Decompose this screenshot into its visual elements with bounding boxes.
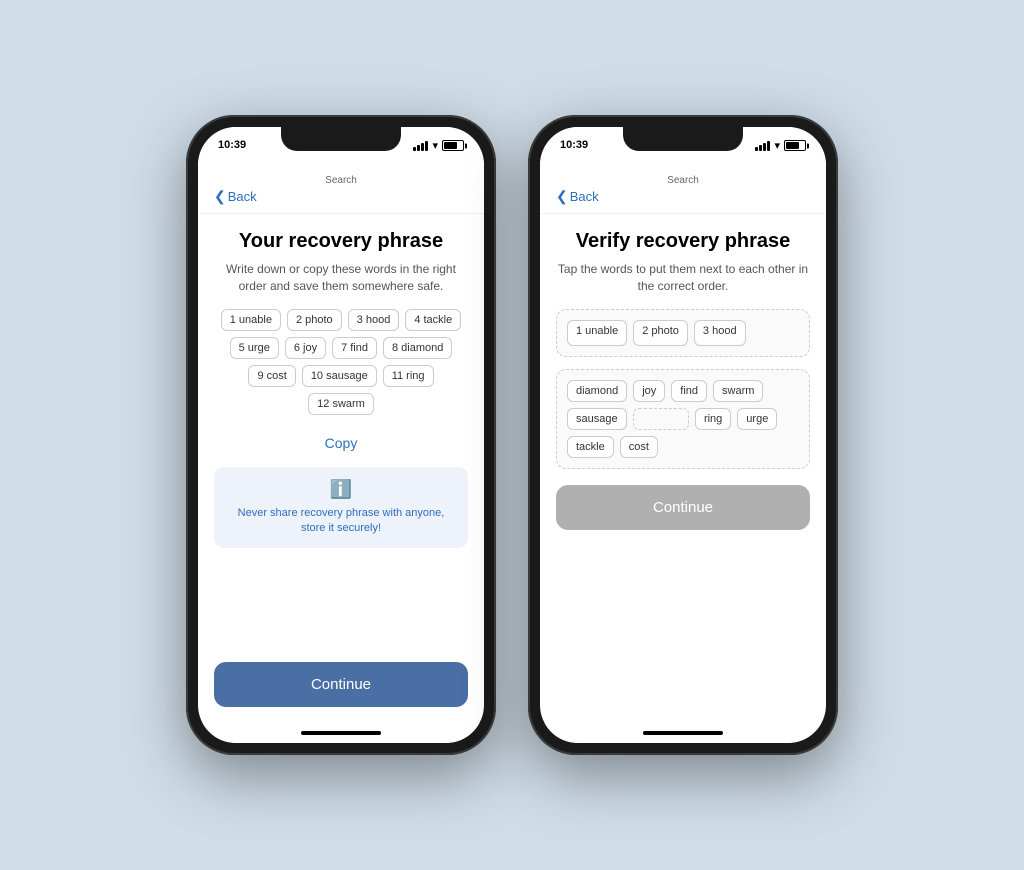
pool-word-sausage[interactable]: sausage [567,408,627,430]
phone1-word-grid: 1 unable 2 photo 3 hood 4 tackle 5 urge … [214,309,468,415]
phone1-subtitle: Write down or copy these words in the ri… [214,261,468,295]
warning-text: Never share recovery phrase with anyone,… [226,506,456,537]
copy-button[interactable]: Copy [214,435,468,451]
phone2-signal-bars-icon [755,141,770,151]
phone2-screen: 10:39 ▾ Search ❮ [540,127,826,743]
verify-selected-area: 1 unable 2 photo 3 hood [556,309,810,357]
word-chip-1[interactable]: 1 unable [221,309,281,331]
verify-pool-area: diamond joy find swarm sausage ___ ring … [556,369,810,469]
pool-word-tackle[interactable]: tackle [567,436,614,458]
phone1-back-button[interactable]: ❮ Back [214,188,468,205]
phone2-content: Verify recovery phrase Tap the words to … [540,214,826,723]
pool-word-diamond[interactable]: diamond [567,380,627,402]
pool-word-joy[interactable]: joy [633,380,665,402]
phone2-nav-bar: Search ❮ Back [540,171,826,214]
word-chip-6[interactable]: 6 joy [285,337,326,359]
word-chip-5[interactable]: 5 urge [230,337,279,359]
phone1-screen: 10:39 ▾ Search ❮ [198,127,484,743]
phone-recovery-phrase: 10:39 ▾ Search ❮ [186,115,496,755]
warning-icon: ℹ️ [330,479,352,500]
word-chip-11[interactable]: 11 ring [383,365,434,387]
phone1-notch-area: 10:39 ▾ [198,127,484,171]
selected-word-2[interactable]: 2 photo [633,320,688,346]
phone2-back-button[interactable]: ❮ Back [556,188,810,205]
phone2-continue-button[interactable]: Continue [556,485,810,530]
phone1-title: Your recovery phrase [214,230,468,253]
chevron-left-icon: ❮ [214,188,226,205]
pool-word-ring[interactable]: ring [695,408,731,430]
selected-word-3[interactable]: 3 hood [694,320,746,346]
phone1-content: Your recovery phrase Write down or copy … [198,214,484,723]
selected-word-1[interactable]: 1 unable [567,320,627,346]
pool-word-swarm[interactable]: swarm [713,380,763,402]
phone2-chevron-left-icon: ❮ [556,188,568,205]
phone2-battery-icon [784,140,806,151]
word-chip-12[interactable]: 12 swarm [308,393,374,415]
pool-word-cost[interactable]: cost [620,436,658,458]
home-bar [301,731,381,735]
phone2-home-indicator [540,723,826,743]
word-chip-8[interactable]: 8 diamond [383,337,452,359]
phones-container: 10:39 ▾ Search ❮ [166,95,858,775]
phone2-status-right: ▾ [755,133,806,152]
word-chip-7[interactable]: 7 find [332,337,377,359]
phone1-nav-bar: Search ❮ Back [198,171,484,214]
phone2-title: Verify recovery phrase [556,230,810,253]
word-chip-4[interactable]: 4 tackle [405,309,461,331]
notch [281,127,401,151]
pool-word-empty: ___ [633,408,689,430]
battery-fill [444,142,457,149]
phone1-continue-button[interactable]: Continue [214,662,468,707]
phone1-back-label: Back [228,189,257,204]
phone2-wifi-icon: ▾ [774,139,780,152]
signal-bars-icon [413,141,428,151]
word-chip-10[interactable]: 10 sausage [302,365,377,387]
phone2-battery-fill [786,142,799,149]
pool-word-urge[interactable]: urge [737,408,777,430]
phone2-subtitle: Tap the words to put them next to each o… [556,261,810,295]
phone2-home-bar [643,731,723,735]
phone1-home-indicator [198,723,484,743]
phone2-notch [623,127,743,151]
pool-word-find[interactable]: find [671,380,707,402]
phone2-back-label: Back [570,189,599,204]
phone-verify-phrase: 10:39 ▾ Search ❮ [528,115,838,755]
phone2-search-label: Search [556,175,810,186]
phone2-notch-area: 10:39 ▾ [540,127,826,171]
word-chip-2[interactable]: 2 photo [287,309,342,331]
phone1-time: 10:39 [218,133,246,151]
warning-box: ℹ️ Never share recovery phrase with anyo… [214,467,468,549]
phone1-search-label: Search [214,175,468,186]
wifi-icon: ▾ [432,139,438,152]
word-chip-9[interactable]: 9 cost [248,365,295,387]
word-chip-3[interactable]: 3 hood [348,309,400,331]
phone1-status-right: ▾ [413,133,464,152]
phone2-time: 10:39 [560,133,588,151]
battery-icon [442,140,464,151]
